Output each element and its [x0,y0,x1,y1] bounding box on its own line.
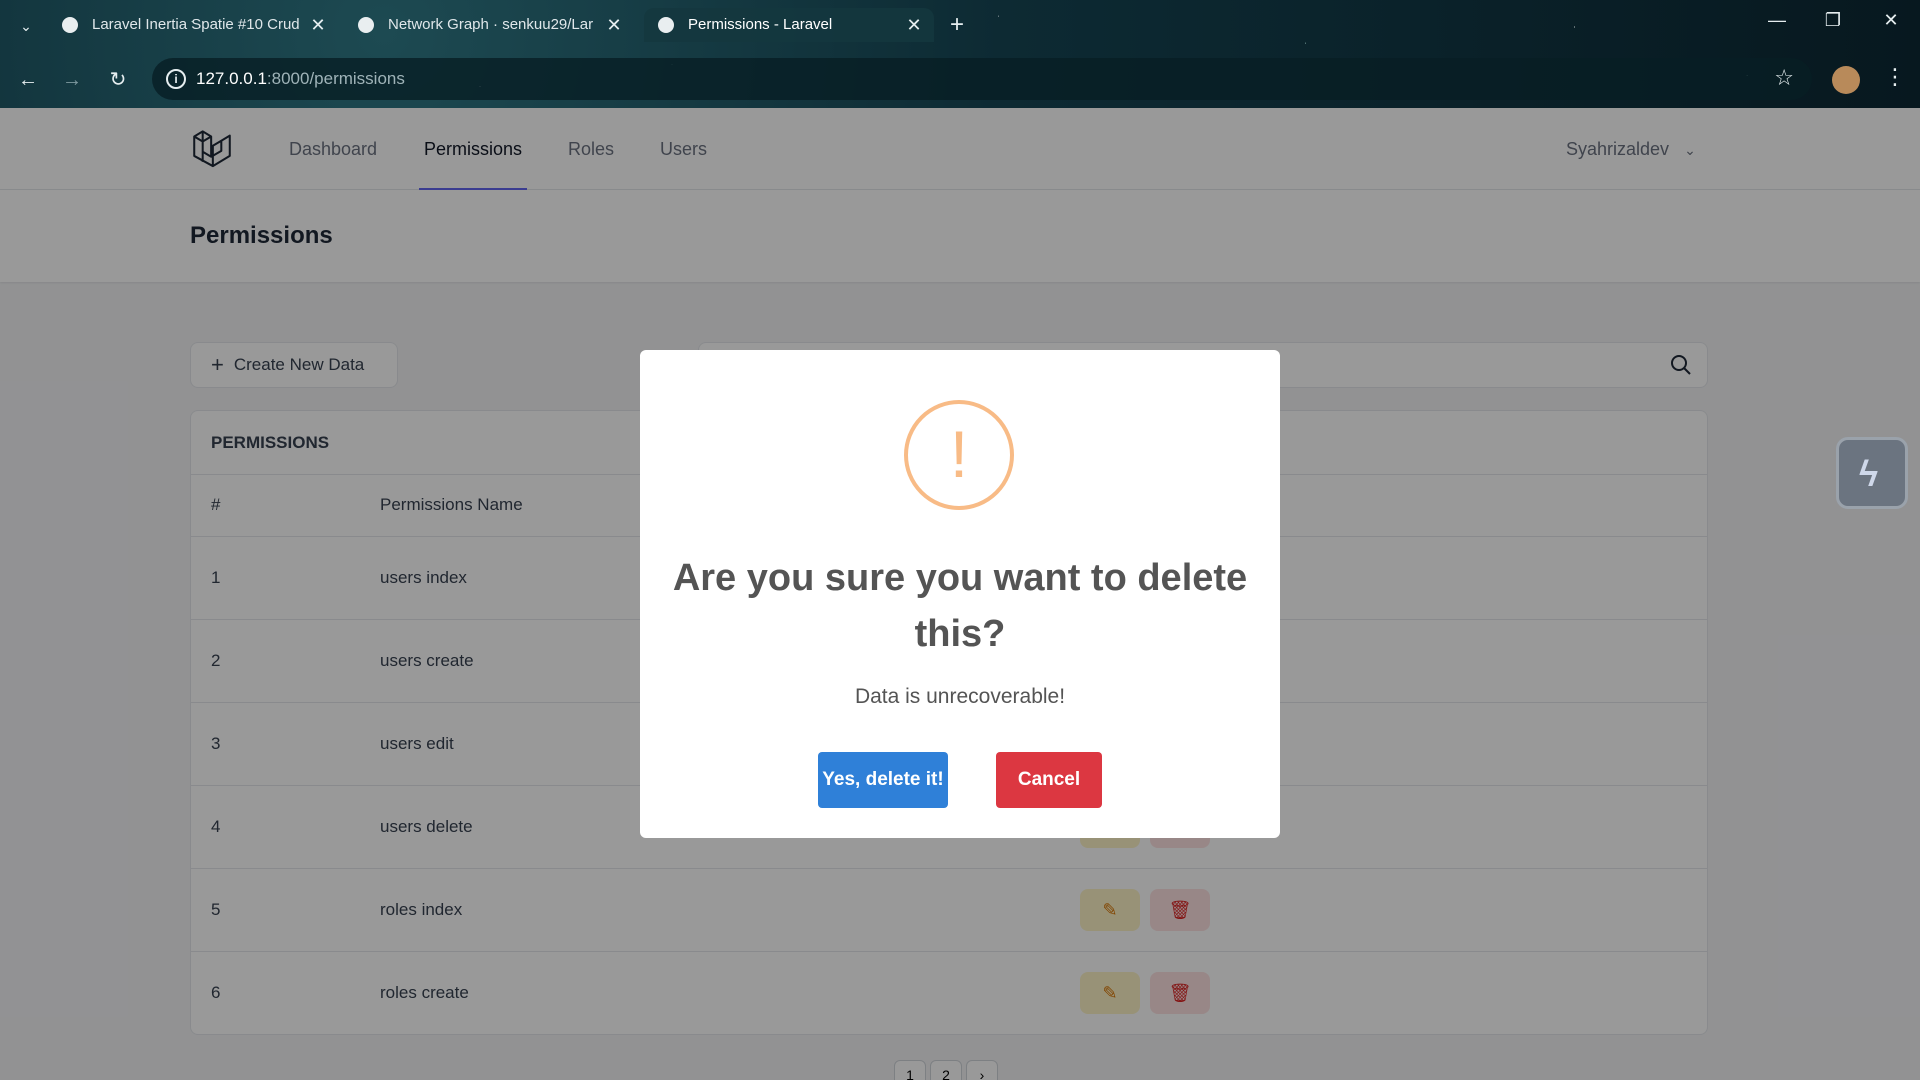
more-menu-icon[interactable]: ⋮ [1884,64,1906,90]
tab-search-chevron-icon[interactable]: ⌄ [14,14,38,38]
tab-favicon-icon [62,17,78,33]
site-info-icon[interactable]: i [166,69,186,89]
confirm-delete-dialog: ! Are you sure you want to delete this? … [640,350,1280,838]
url-text[interactable]: 127.0.0.1:8000/permissions [196,58,405,100]
cancel-button[interactable]: Cancel [996,752,1102,808]
address-bar[interactable]: i 127.0.0.1:8000/permissions ☆ [152,58,1812,100]
warning-icon: ! [904,400,1014,510]
extension-floating-button[interactable]: ϟ [1836,437,1908,509]
profile-avatar[interactable] [1832,66,1860,94]
address-row: ← → ↻ i 127.0.0.1:8000/permissions ☆ ⋮ [0,58,1920,100]
bookmark-star-icon[interactable]: ☆ [1774,65,1794,91]
tab-title: Laravel Inertia Spatie #10 Crud [92,16,300,33]
bolt-icon: ϟ [1859,453,1879,494]
reload-icon[interactable]: ↻ [104,66,132,94]
minimize-icon[interactable]: — [1762,10,1792,31]
dialog-text: Data is unrecoverable! [854,685,1066,708]
browser-chrome: ⌄ Laravel Inertia Spatie #10 Crud ✕ Netw… [0,0,1920,108]
tab-bar: ⌄ Laravel Inertia Spatie #10 Crud ✕ Netw… [0,0,1920,50]
browser-tab[interactable]: Network Graph · senkuu29/Lar ✕ [344,8,634,42]
browser-tab[interactable]: Laravel Inertia Spatie #10 Crud ✕ [48,8,338,42]
tab-close-icon[interactable]: ✕ [308,8,328,42]
dialog-title: Are you sure you want to delete this? [672,557,1248,655]
window-close-icon[interactable]: ✕ [1876,10,1906,31]
globe-icon [658,17,674,33]
forward-arrow-icon[interactable]: → [58,66,86,94]
tab-title: Network Graph · senkuu29/Lar [388,16,594,33]
confirm-delete-button[interactable]: Yes, delete it! [818,752,948,808]
new-tab-icon[interactable]: + [950,12,964,38]
browser-tab-active[interactable]: Permissions - Laravel ✕ [644,8,934,42]
tab-title: Permissions - Laravel [688,16,833,33]
tab-close-icon[interactable]: ✕ [604,8,624,42]
tab-close-icon[interactable]: ✕ [904,8,924,42]
back-arrow-icon[interactable]: ← [14,66,42,94]
github-icon [358,17,374,33]
restore-icon[interactable]: ❐ [1818,10,1848,31]
